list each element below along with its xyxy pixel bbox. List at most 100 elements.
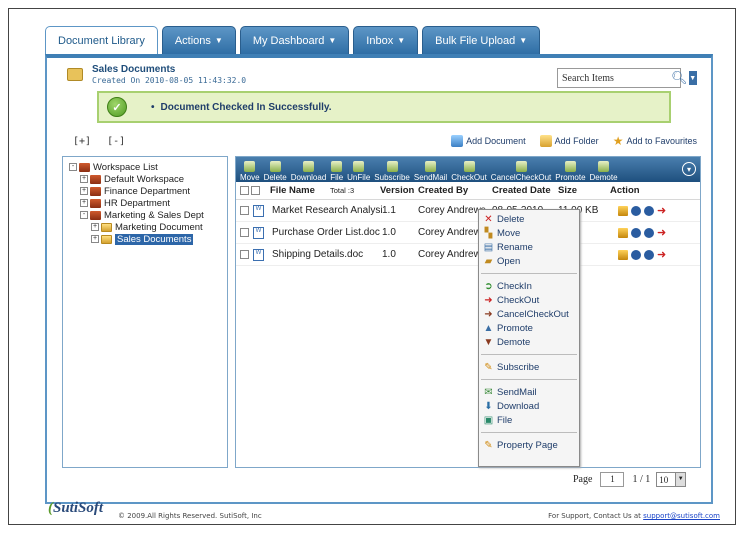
collapse-icon[interactable]: - (69, 163, 77, 171)
tree-node-default-workspace[interactable]: + Default Workspace (69, 173, 221, 185)
select-all-checkbox[interactable] (240, 186, 249, 195)
move-icon: ▚ (484, 227, 493, 239)
cell-file-name[interactable]: Market Research Analysis (272, 205, 382, 216)
col-version[interactable]: Version (380, 185, 418, 196)
row-checkbox[interactable] (240, 228, 249, 237)
col-file-name[interactable]: File Name (270, 185, 330, 196)
toolbar-move-button[interactable]: Move (238, 161, 262, 182)
tab-inbox[interactable]: Inbox ▼ (353, 26, 419, 54)
tree-node-finance-department[interactable]: + Finance Department (69, 185, 221, 197)
support-email-link[interactable]: support@sutisoft.com (643, 512, 720, 520)
expand-icon[interactable]: + (91, 223, 99, 231)
col-created-date[interactable]: Created Date (492, 185, 558, 196)
tree-node-label: Default Workspace (104, 173, 185, 185)
menu-item-demote[interactable]: ▼ Demote (479, 335, 579, 349)
header-checkbox[interactable] (251, 186, 260, 195)
tab-label: Inbox (366, 34, 394, 47)
search-button[interactable]: 🔍︎ ▼ (671, 68, 697, 88)
cell-file-name[interactable]: Purchase Order List.doc (272, 227, 382, 238)
tree-node-sales-documents[interactable]: + Sales Documents (69, 233, 221, 245)
col-created-by[interactable]: Created By (418, 185, 492, 196)
menu-item-file[interactable]: ▣ File (479, 413, 579, 427)
tree-node-marketing-document[interactable]: + Marketing Document (69, 221, 221, 233)
row-checkbox[interactable] (240, 206, 249, 215)
menu-item-delete[interactable]: ✕ Delete (479, 212, 579, 226)
menu-item-checkin[interactable]: ➲ CheckIn (479, 279, 579, 293)
tree-node-marketing-sales-dept[interactable]: - Marketing & Sales Dept (69, 209, 221, 221)
version-icon[interactable] (644, 249, 654, 260)
tree-node-workspace-list[interactable]: - Workspace List (69, 161, 221, 173)
toolbar-promote-button[interactable]: Promote (553, 161, 587, 182)
delete-icon (269, 161, 281, 172)
col-size[interactable]: Size (558, 185, 610, 196)
tab-label: Bulk File Upload (435, 34, 516, 47)
toolbar-file-button[interactable]: File (328, 161, 345, 182)
toolbar-checkout-button[interactable]: CheckOut (449, 161, 489, 182)
edit-icon[interactable] (618, 227, 628, 238)
toolbar-label: CancelCheckOut (490, 173, 552, 182)
menu-item-property-page[interactable]: ✎ Property Page (479, 438, 579, 452)
add-folder-link[interactable]: Add Folder (539, 134, 599, 148)
table-row[interactable]: W Market Research Analysis 1.1 Corey Andrew… (236, 200, 700, 222)
edit-icon[interactable] (618, 205, 628, 216)
edit-icon[interactable] (618, 249, 628, 260)
row-checkbox[interactable] (240, 250, 249, 259)
success-alert: ✓ Document Checked In Successfully. (97, 91, 671, 123)
chevron-down-icon: ▼ (519, 36, 528, 45)
menu-item-rename[interactable]: ▤ Rename (479, 240, 579, 254)
menu-item-cancelcheckout[interactable]: ➜ CancelCheckOut (479, 307, 579, 321)
toolbar-subscribe-button[interactable]: Subscribe (372, 161, 412, 182)
toolbar-sendmail-button[interactable]: SendMail (412, 161, 449, 182)
demote-icon (598, 161, 610, 172)
page-size-select[interactable]: 10 ▼ (656, 472, 687, 487)
subscribe-icon (386, 161, 398, 172)
toolbar-download-button[interactable]: Download (289, 161, 329, 182)
tab-document-library[interactable]: Document Library (45, 26, 158, 55)
page-input[interactable]: 1 (600, 472, 625, 487)
version-icon[interactable] (644, 205, 654, 216)
info-icon[interactable] (631, 249, 641, 260)
cell-file-name[interactable]: Shipping Details.doc (272, 249, 382, 260)
expand-icon[interactable]: + (80, 187, 88, 195)
collapse-icon[interactable]: - (80, 211, 88, 219)
table-row[interactable]: W Purchase Order List.doc 1.0 Corey Andrews… (236, 222, 700, 244)
menu-separator (481, 379, 577, 380)
toolbar-unfile-button[interactable]: UnFile (345, 161, 372, 182)
info-icon[interactable] (631, 227, 641, 238)
collapse-all-button[interactable]: [-] (107, 136, 125, 147)
row-actions: ➜ (618, 249, 666, 260)
add-favourites-link[interactable]: ★ Add to Favourites (613, 134, 697, 148)
menu-item-open[interactable]: ▰ Open (479, 254, 579, 268)
expand-all-button[interactable]: [+] (73, 136, 91, 147)
move-icon (244, 161, 256, 172)
menu-item-download[interactable]: ⬇ Download (479, 399, 579, 413)
tab-bulk-file-upload[interactable]: Bulk File Upload ▼ (422, 26, 541, 54)
checkout-icon[interactable]: ➜ (657, 249, 666, 260)
search-input[interactable] (557, 68, 681, 88)
toolbar-delete-button[interactable]: Delete (262, 161, 289, 182)
expand-icon[interactable]: + (80, 199, 88, 207)
expand-icon[interactable]: + (80, 175, 88, 183)
add-document-link[interactable]: Add Document (451, 134, 526, 148)
checkout-icon[interactable]: ➜ (657, 205, 666, 216)
menu-separator (481, 273, 577, 274)
expand-icon[interactable]: + (91, 235, 99, 243)
menu-item-subscribe[interactable]: ✎ Subscribe (479, 360, 579, 374)
table-row[interactable]: WShipping Details.doc1.0Corey Andrews0 K… (236, 244, 700, 266)
chevron-down-icon[interactable]: ▼ (688, 71, 697, 85)
menu-item-promote[interactable]: ▲ Promote (479, 321, 579, 335)
toolbar-demote-button[interactable]: Demote (588, 161, 620, 182)
menu-item-sendmail[interactable]: ✉ SendMail (479, 385, 579, 399)
more-options-icon[interactable]: ▾ (682, 162, 696, 176)
tab-actions[interactable]: Actions ▼ (161, 26, 236, 54)
tab-my-dashboard[interactable]: My Dashboard ▼ (239, 26, 350, 54)
checkout-icon[interactable]: ➜ (657, 227, 666, 238)
folder-icon (101, 222, 112, 232)
tree-node-hr-department[interactable]: + HR Department (69, 197, 221, 209)
version-icon[interactable] (644, 227, 654, 238)
menu-item-checkout[interactable]: ➜ CheckOut (479, 293, 579, 307)
toolbar-cancelcheckout-button[interactable]: CancelCheckOut (489, 161, 553, 182)
menu-item-move[interactable]: ▚ Move (479, 226, 579, 240)
toolbar-label: Promote (555, 173, 586, 182)
info-icon[interactable] (631, 205, 641, 216)
